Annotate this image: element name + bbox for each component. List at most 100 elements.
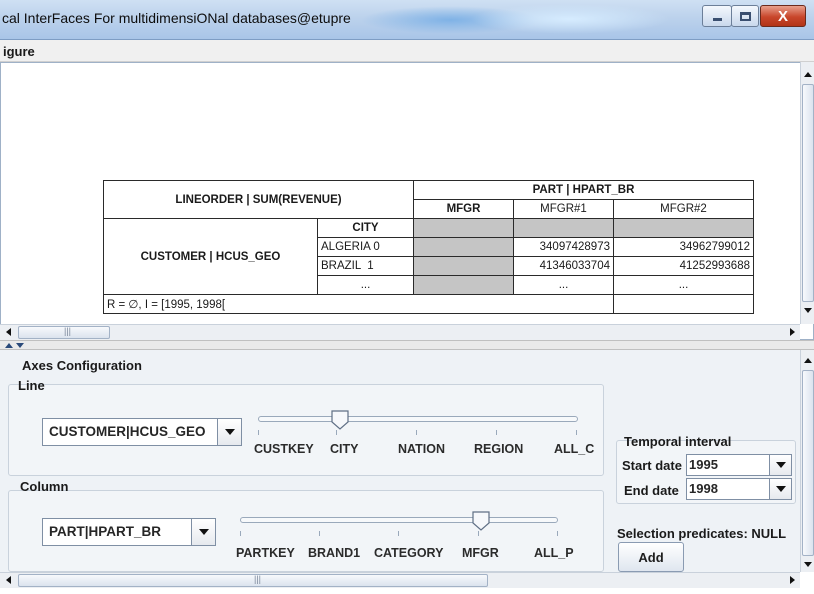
window-title-bar[interactable]: cal InterFaces For multidimensiONal data… — [0, 0, 814, 40]
grey-cell — [413, 275, 514, 295]
scroll-right-icon[interactable] — [790, 328, 795, 336]
column-hierarchy-value: PART|HPART_BR — [49, 524, 162, 539]
column-level-slider-thumb[interactable] — [472, 511, 490, 531]
row-member-ellipsis: ... — [317, 275, 414, 295]
end-date-value: 1998 — [689, 481, 718, 496]
close-button[interactable]: X — [760, 5, 806, 27]
add-predicate-button[interactable]: Add — [618, 542, 684, 572]
chevron-down-icon — [775, 486, 786, 492]
end-date-label: End date — [624, 483, 679, 498]
menu-bar: igure — [0, 40, 814, 62]
start-date-label: Start date — [622, 458, 682, 473]
line-level-slider-track[interactable] — [258, 416, 578, 422]
scroll-right-icon[interactable] — [790, 576, 795, 584]
maximize-button[interactable] — [731, 5, 759, 27]
slider-tick — [319, 531, 320, 536]
temporal-interval-title: Temporal interval — [624, 434, 732, 449]
vertical-scroll-thumb[interactable] — [802, 370, 814, 556]
data-cell: 34097428973 — [513, 237, 614, 257]
scroll-down-icon[interactable] — [804, 562, 812, 567]
data-cell-ellipsis: ... — [613, 275, 754, 295]
slider-tick — [416, 430, 417, 435]
data-cell-ellipsis: ... — [513, 275, 614, 295]
menu-item-figure[interactable]: igure — [3, 44, 35, 59]
line-level-label: CUSTKEY — [254, 442, 314, 456]
scroll-down-icon[interactable] — [804, 308, 812, 313]
column-level-slider-track[interactable] — [240, 517, 558, 523]
line-level-label: CITY — [330, 442, 359, 456]
cube-footer: R = ∅, I = [1995, 1998[ — [103, 294, 614, 314]
column-level-label: BRAND1 — [308, 546, 361, 560]
column-level-label: ALL_P — [534, 546, 574, 560]
column-level-label: MFGR — [462, 546, 499, 560]
chevron-down-icon — [775, 462, 786, 468]
scroll-up-icon[interactable] — [804, 358, 812, 363]
row-member: ALGERIA 0 — [317, 237, 414, 257]
cube-display-panel: LINEORDER | SUM(REVENUE) PART | HPART_BR… — [0, 62, 814, 340]
slider-tick — [258, 430, 259, 435]
column-hierarchy-dropdown-button[interactable] — [191, 519, 215, 545]
slider-tick — [478, 531, 479, 536]
top-vertical-scrollbar[interactable] — [800, 62, 814, 324]
grey-cell — [513, 218, 614, 238]
slider-tick — [496, 430, 497, 435]
line-level-label: REGION — [474, 442, 524, 456]
start-date-value: 1995 — [689, 457, 718, 472]
line-level-label: NATION — [398, 442, 445, 456]
line-level-label: ALL_C — [554, 442, 595, 456]
selection-predicates-label: Selection predicates: NULL — [617, 526, 787, 541]
row-member: BRAZIL 1 — [317, 256, 414, 276]
grey-cell — [413, 256, 514, 276]
end-date-dropdown-button[interactable] — [769, 479, 791, 499]
minimize-icon — [712, 18, 722, 21]
top-horizontal-scrollbar[interactable]: ||| — [0, 324, 800, 340]
empty-cell — [613, 294, 754, 314]
scroll-grip-icon: ||| — [254, 574, 262, 584]
window-title: cal InterFaces For multidimensiONal data… — [2, 10, 351, 26]
line-level-slider-thumb[interactable] — [331, 410, 349, 430]
scroll-left-icon[interactable] — [6, 576, 11, 584]
scroll-left-icon[interactable] — [6, 328, 11, 336]
close-icon: X — [777, 7, 788, 25]
column-dimension-header: PART | HPART_BR — [413, 180, 754, 200]
grey-cell — [413, 218, 514, 238]
line-group-label: Line — [18, 378, 45, 393]
column-level-label: CATEGORY — [374, 546, 444, 560]
panel-splitter[interactable] — [0, 340, 814, 350]
start-date-dropdown-button[interactable] — [769, 455, 791, 475]
line-hierarchy-value: CUSTOMER|HCUS_GEO — [49, 424, 206, 439]
slider-tick — [240, 531, 241, 536]
cube-table: LINEORDER | SUM(REVENUE) PART | HPART_BR… — [103, 180, 754, 314]
bottom-horizontal-scrollbar[interactable]: ||| — [0, 572, 800, 588]
end-date-select[interactable]: 1998 — [686, 478, 792, 500]
column-hierarchy-select[interactable]: PART|HPART_BR — [42, 518, 216, 546]
measure-header: LINEORDER | SUM(REVENUE) — [103, 180, 414, 219]
bottom-vertical-scrollbar[interactable] — [800, 350, 814, 572]
column-level-label: PARTKEY — [236, 546, 295, 560]
slider-tick — [557, 531, 558, 536]
slider-tick — [398, 531, 399, 536]
column-group-label: Column — [20, 479, 69, 494]
axes-configuration-title: Axes Configuration — [22, 358, 142, 373]
column-level-header: MFGR — [413, 199, 514, 219]
axes-configuration-panel: Axes Configuration Line CUSTOMER|HCUS_GE… — [0, 350, 800, 572]
start-date-select[interactable]: 1995 — [686, 454, 792, 476]
slider-tick — [336, 430, 337, 435]
data-cell: 41346033704 — [513, 256, 614, 276]
grey-cell — [613, 218, 754, 238]
row-dimension-header: CUSTOMER | HCUS_GEO — [103, 218, 318, 295]
chevron-down-icon — [224, 429, 235, 435]
column-member-header: MFGR#2 — [613, 199, 754, 219]
scroll-up-icon[interactable] — [804, 72, 812, 77]
horizontal-scroll-thumb[interactable] — [18, 574, 488, 587]
maximize-icon — [739, 11, 751, 21]
chevron-down-icon — [198, 529, 209, 535]
line-hierarchy-select[interactable]: CUSTOMER|HCUS_GEO — [42, 418, 242, 446]
row-level-header: CITY — [317, 218, 414, 238]
scroll-grip-icon: ||| — [64, 326, 72, 336]
minimize-button[interactable] — [702, 5, 732, 27]
title-bar-glow — [470, 4, 670, 34]
line-hierarchy-dropdown-button[interactable] — [217, 419, 241, 445]
vertical-scroll-thumb[interactable] — [802, 84, 814, 302]
data-cell: 41252993688 — [613, 256, 754, 276]
